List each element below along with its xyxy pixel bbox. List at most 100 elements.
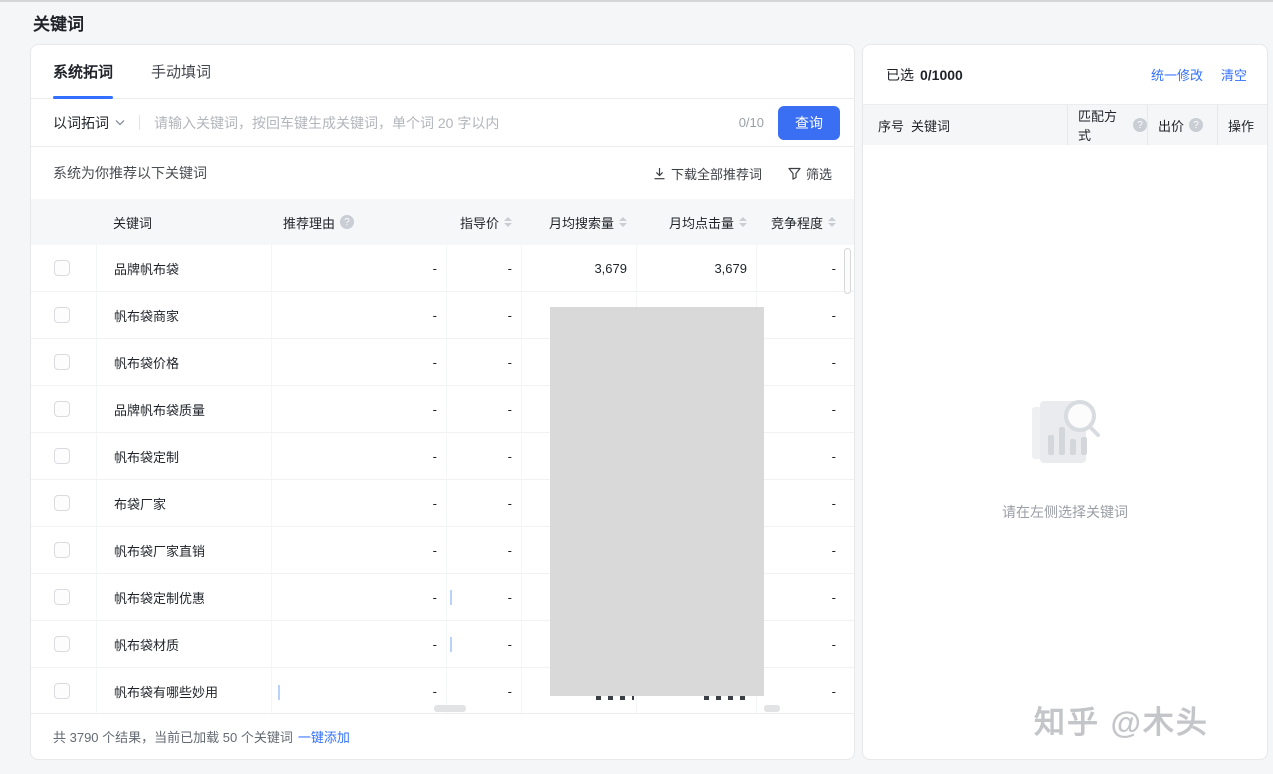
cell-reason: -	[271, 339, 446, 385]
cell-competition: -	[756, 339, 854, 385]
recommend-bar: 系统为你推荐以下关键词 下载全部推荐词 筛选	[31, 147, 854, 199]
cell-keyword: 帆布袋材质	[96, 621, 271, 667]
cell-guide-price: -	[446, 386, 521, 432]
cell-competition: -	[756, 433, 854, 479]
row-checkbox[interactable]	[54, 589, 70, 605]
row-checkbox[interactable]	[54, 401, 70, 417]
sort-icon[interactable]	[504, 217, 512, 227]
selected-keywords-panel: 已选 0/1000 统一修改 清空 序号 关键词 匹配方式 ? 出价 ? 操作	[862, 44, 1268, 760]
table-header: 关键词 推荐理由 ? 指导价 月均搜索量 月均点击量 竞争程度	[31, 199, 854, 245]
selected-table-header: 序号 关键词 匹配方式 ? 出价 ? 操作	[863, 105, 1267, 145]
horizontal-scrollbar-thumb[interactable]	[434, 705, 466, 712]
checkbox-cell	[31, 433, 96, 479]
empty-state-text: 请在左侧选择关键词	[1002, 504, 1128, 520]
cell-guide-price: -	[446, 527, 521, 573]
expansion-mode-label: 以词拓词	[53, 114, 109, 131]
query-button[interactable]: 查询	[778, 105, 840, 140]
header-keyword: 关键词	[113, 215, 153, 231]
cell-monthly-click: 3,679	[636, 245, 756, 291]
header-bid: 出价 ?	[1147, 105, 1217, 145]
cell-reason: -	[271, 480, 446, 526]
cell-keyword: 帆布袋有哪些妙用	[96, 668, 271, 714]
clear-link[interactable]: 清空	[1221, 65, 1247, 84]
input-counter: 0/10	[738, 115, 764, 130]
expansion-mode-dropdown[interactable]: 以词拓词	[53, 113, 125, 133]
checkbox-cell	[31, 621, 96, 667]
checkbox-cell	[31, 527, 96, 573]
cell-keyword: 帆布袋价格	[96, 339, 271, 385]
cell-keyword: 品牌帆布袋	[96, 245, 271, 291]
table-row: 品牌帆布袋 - - 3,679 3,679 -	[31, 245, 854, 292]
cell-reason: -	[271, 433, 446, 479]
cell-competition: -	[756, 621, 854, 667]
checkbox-cell	[31, 574, 96, 620]
question-icon[interactable]: ?	[340, 215, 355, 229]
vertical-scrollbar-thumb[interactable]	[844, 248, 851, 294]
divider	[139, 115, 140, 130]
download-all-button[interactable]: 下载全部推荐词	[653, 164, 762, 183]
question-icon[interactable]: ?	[1133, 118, 1147, 132]
row-checkbox[interactable]	[54, 448, 70, 464]
header-action: 操作	[1217, 105, 1267, 145]
sort-icon[interactable]	[828, 217, 836, 227]
checkbox-cell	[31, 668, 96, 714]
cell-reason: -	[271, 621, 446, 667]
question-icon[interactable]: ?	[1189, 118, 1204, 132]
tab-bar: 系统拓词 手动填词	[31, 45, 854, 99]
cell-reason: -	[271, 292, 446, 338]
checkbox-cell	[31, 386, 96, 432]
window-top-edge	[0, 0, 1273, 2]
cell-competition: -	[756, 292, 854, 338]
header-index: 序号	[878, 118, 905, 134]
empty-state: 请在左侧选择关键词	[863, 389, 1267, 522]
text-caret	[450, 590, 452, 605]
header-checkbox-cell	[31, 199, 96, 245]
cell-keyword: 帆布袋厂家直销	[96, 527, 271, 573]
cell-competition: -	[756, 480, 854, 526]
cell-guide-price: -	[446, 339, 521, 385]
row-checkbox[interactable]	[54, 683, 70, 699]
cell-monthly-search: 3,679	[521, 245, 636, 291]
download-icon	[653, 167, 666, 180]
cell-keyword: 布袋厂家	[96, 480, 271, 526]
row-checkbox[interactable]	[54, 636, 70, 652]
checkbox-cell	[31, 480, 96, 526]
cell-reason: -	[271, 574, 446, 620]
tab-system-expansion[interactable]: 系统拓词	[53, 45, 114, 99]
tab-manual-fill[interactable]: 手动填词	[151, 45, 211, 98]
empty-chart-search-icon	[1022, 389, 1108, 475]
header-competition[interactable]: 竞争程度	[756, 199, 854, 245]
row-checkbox[interactable]	[54, 354, 70, 370]
cell-guide-price: -	[446, 574, 521, 620]
row-checkbox[interactable]	[54, 495, 70, 511]
watermark: 知乎 @木头	[1034, 705, 1209, 740]
cell-competition: -	[756, 574, 854, 620]
row-checkbox[interactable]	[54, 260, 70, 276]
header-monthly-search[interactable]: 月均搜索量	[521, 199, 636, 245]
horizontal-scrollbar-thumb[interactable]	[764, 705, 780, 712]
text-caret	[278, 685, 280, 700]
cell-reason: -	[271, 245, 446, 291]
selected-header: 已选 0/1000 统一修改 清空	[863, 45, 1267, 105]
text-caret	[450, 637, 452, 652]
sort-icon[interactable]	[739, 217, 747, 227]
cell-reason: -	[271, 386, 446, 432]
cell-guide-price: -	[446, 433, 521, 479]
cell-keyword: 帆布袋定制	[96, 433, 271, 479]
row-checkbox[interactable]	[54, 542, 70, 558]
header-monthly-click[interactable]: 月均点击量	[636, 199, 756, 245]
keyword-input[interactable]	[154, 114, 725, 131]
batch-edit-link[interactable]: 统一修改	[1151, 65, 1203, 84]
chevron-down-icon	[115, 119, 125, 126]
sort-icon[interactable]	[619, 217, 627, 227]
row-checkbox[interactable]	[54, 307, 70, 323]
cell-keyword: 帆布袋定制优惠	[96, 574, 271, 620]
filter-button[interactable]: 筛选	[788, 164, 832, 183]
checkbox-cell	[31, 245, 96, 291]
cell-competition: -	[756, 386, 854, 432]
add-all-link[interactable]: 一键添加	[298, 727, 350, 746]
header-match-type: 匹配方式 ?	[1067, 105, 1147, 145]
header-guide-price[interactable]: 指导价	[446, 199, 521, 245]
selected-count: 0/1000	[920, 66, 963, 83]
checkbox-cell	[31, 339, 96, 385]
